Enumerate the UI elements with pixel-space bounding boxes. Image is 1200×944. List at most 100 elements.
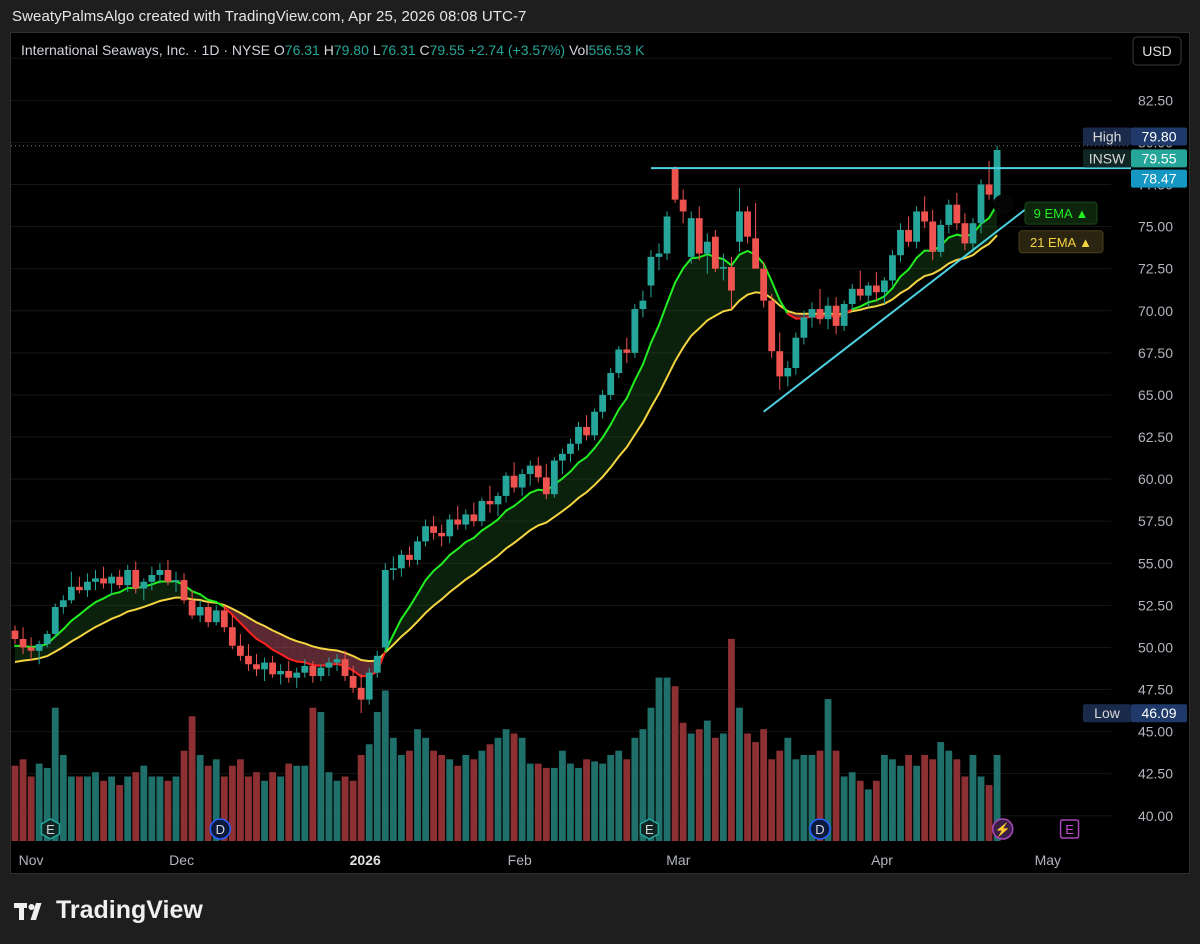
candle[interactable]: [639, 290, 647, 318]
candle[interactable]: [824, 297, 832, 330]
candle[interactable]: [317, 664, 325, 682]
candle[interactable]: [832, 297, 840, 335]
event-marker-dividend[interactable]: D: [809, 818, 831, 840]
candle[interactable]: [559, 448, 566, 475]
candle[interactable]: [953, 192, 961, 230]
candle[interactable]: [567, 438, 574, 463]
candle[interactable]: [760, 261, 768, 308]
candle[interactable]: [502, 472, 510, 503]
candle[interactable]: [784, 361, 792, 387]
low-price-tag[interactable]: Low 46.09: [1083, 704, 1187, 723]
candle[interactable]: [454, 506, 462, 530]
candle[interactable]: [11, 625, 19, 645]
candle[interactable]: [945, 199, 953, 234]
candle[interactable]: [913, 206, 920, 249]
last-price-tag[interactable]: INSW 79.55: [1083, 149, 1187, 168]
candle[interactable]: [180, 573, 188, 604]
ema-21-label[interactable]: 21 EMA ▲: [1018, 230, 1104, 254]
chart-panel[interactable]: 85.0082.5080.0077.5075.0072.5070.0067.50…: [10, 32, 1190, 874]
candle[interactable]: [599, 389, 607, 419]
candlestick-chart[interactable]: 85.0082.5080.0077.5075.0072.5070.0067.50…: [11, 33, 1189, 873]
resistance-price-tag[interactable]: 78.47: [1131, 169, 1187, 188]
event-marker-split[interactable]: ⚡: [991, 818, 1014, 840]
candle[interactable]: [156, 563, 164, 584]
candle[interactable]: [486, 485, 494, 513]
candle[interactable]: [985, 160, 993, 200]
candle[interactable]: [478, 497, 486, 527]
ema-9-label[interactable]: 9 EMA ▲: [1024, 201, 1098, 225]
candle[interactable]: [389, 556, 397, 581]
candle[interactable]: [542, 463, 550, 500]
candle[interactable]: [277, 664, 285, 685]
candle[interactable]: [245, 644, 252, 671]
candle[interactable]: [897, 223, 904, 262]
candle[interactable]: [631, 304, 639, 358]
candle[interactable]: [253, 654, 260, 677]
candle[interactable]: [872, 272, 880, 301]
candle[interactable]: [51, 603, 59, 638]
candle[interactable]: [663, 211, 671, 261]
candle[interactable]: [937, 219, 945, 257]
candle[interactable]: [462, 509, 470, 530]
candle[interactable]: [921, 196, 929, 229]
candle[interactable]: [687, 211, 695, 264]
event-marker-dividend[interactable]: D: [209, 818, 232, 840]
candle[interactable]: [526, 460, 534, 486]
candle[interactable]: [470, 502, 478, 527]
candle[interactable]: [711, 229, 719, 273]
candle[interactable]: [808, 302, 816, 328]
candle[interactable]: [100, 566, 107, 589]
candle[interactable]: [792, 332, 800, 375]
candle[interactable]: [269, 655, 276, 678]
event-marker-earnings[interactable]: E: [1059, 819, 1080, 839]
candle[interactable]: [623, 337, 631, 363]
candle[interactable]: [647, 250, 655, 298]
candle[interactable]: [446, 514, 454, 544]
candle[interactable]: [59, 595, 67, 614]
candle[interactable]: [736, 187, 743, 252]
candle[interactable]: [92, 569, 99, 591]
candle[interactable]: [776, 332, 784, 390]
event-marker-earnings[interactable]: E: [639, 818, 660, 840]
candle[interactable]: [365, 667, 373, 705]
candle[interactable]: [108, 573, 115, 596]
candle[interactable]: [679, 189, 687, 224]
candle[interactable]: [856, 270, 864, 301]
candle[interactable]: [381, 563, 389, 651]
candle[interactable]: [655, 243, 663, 271]
candle[interactable]: [414, 536, 421, 565]
candle[interactable]: [671, 165, 679, 204]
candle[interactable]: [840, 300, 848, 331]
candle[interactable]: [422, 519, 429, 547]
candle[interactable]: [889, 250, 896, 286]
event-marker-earnings[interactable]: E: [40, 818, 61, 840]
candle[interactable]: [848, 283, 856, 311]
candle[interactable]: [695, 206, 703, 261]
candle[interactable]: [196, 600, 204, 623]
candle[interactable]: [293, 667, 301, 688]
candle[interactable]: [116, 569, 124, 589]
candle[interactable]: [438, 524, 446, 547]
candle[interactable]: [550, 457, 558, 498]
candle[interactable]: [212, 605, 220, 626]
candle[interactable]: [744, 206, 751, 244]
candle[interactable]: [84, 573, 91, 597]
candle[interactable]: [768, 293, 776, 358]
candle[interactable]: [752, 203, 759, 269]
candle[interactable]: [398, 549, 405, 577]
high-price-tag[interactable]: High 79.80: [1083, 127, 1187, 146]
candle[interactable]: [76, 576, 83, 594]
candle[interactable]: [591, 408, 598, 441]
candle[interactable]: [510, 462, 518, 493]
tradingview-logo[interactable]: TradingView: [14, 896, 203, 925]
currency-button[interactable]: USD: [1132, 36, 1182, 66]
candle[interactable]: [494, 492, 502, 517]
candle[interactable]: [228, 615, 236, 650]
candle[interactable]: [430, 516, 437, 540]
candle[interactable]: [615, 346, 623, 379]
candle[interactable]: [237, 633, 244, 661]
candle[interactable]: [816, 288, 824, 325]
candle[interactable]: [518, 468, 526, 496]
candle[interactable]: [67, 571, 75, 604]
candle[interactable]: [357, 674, 365, 714]
